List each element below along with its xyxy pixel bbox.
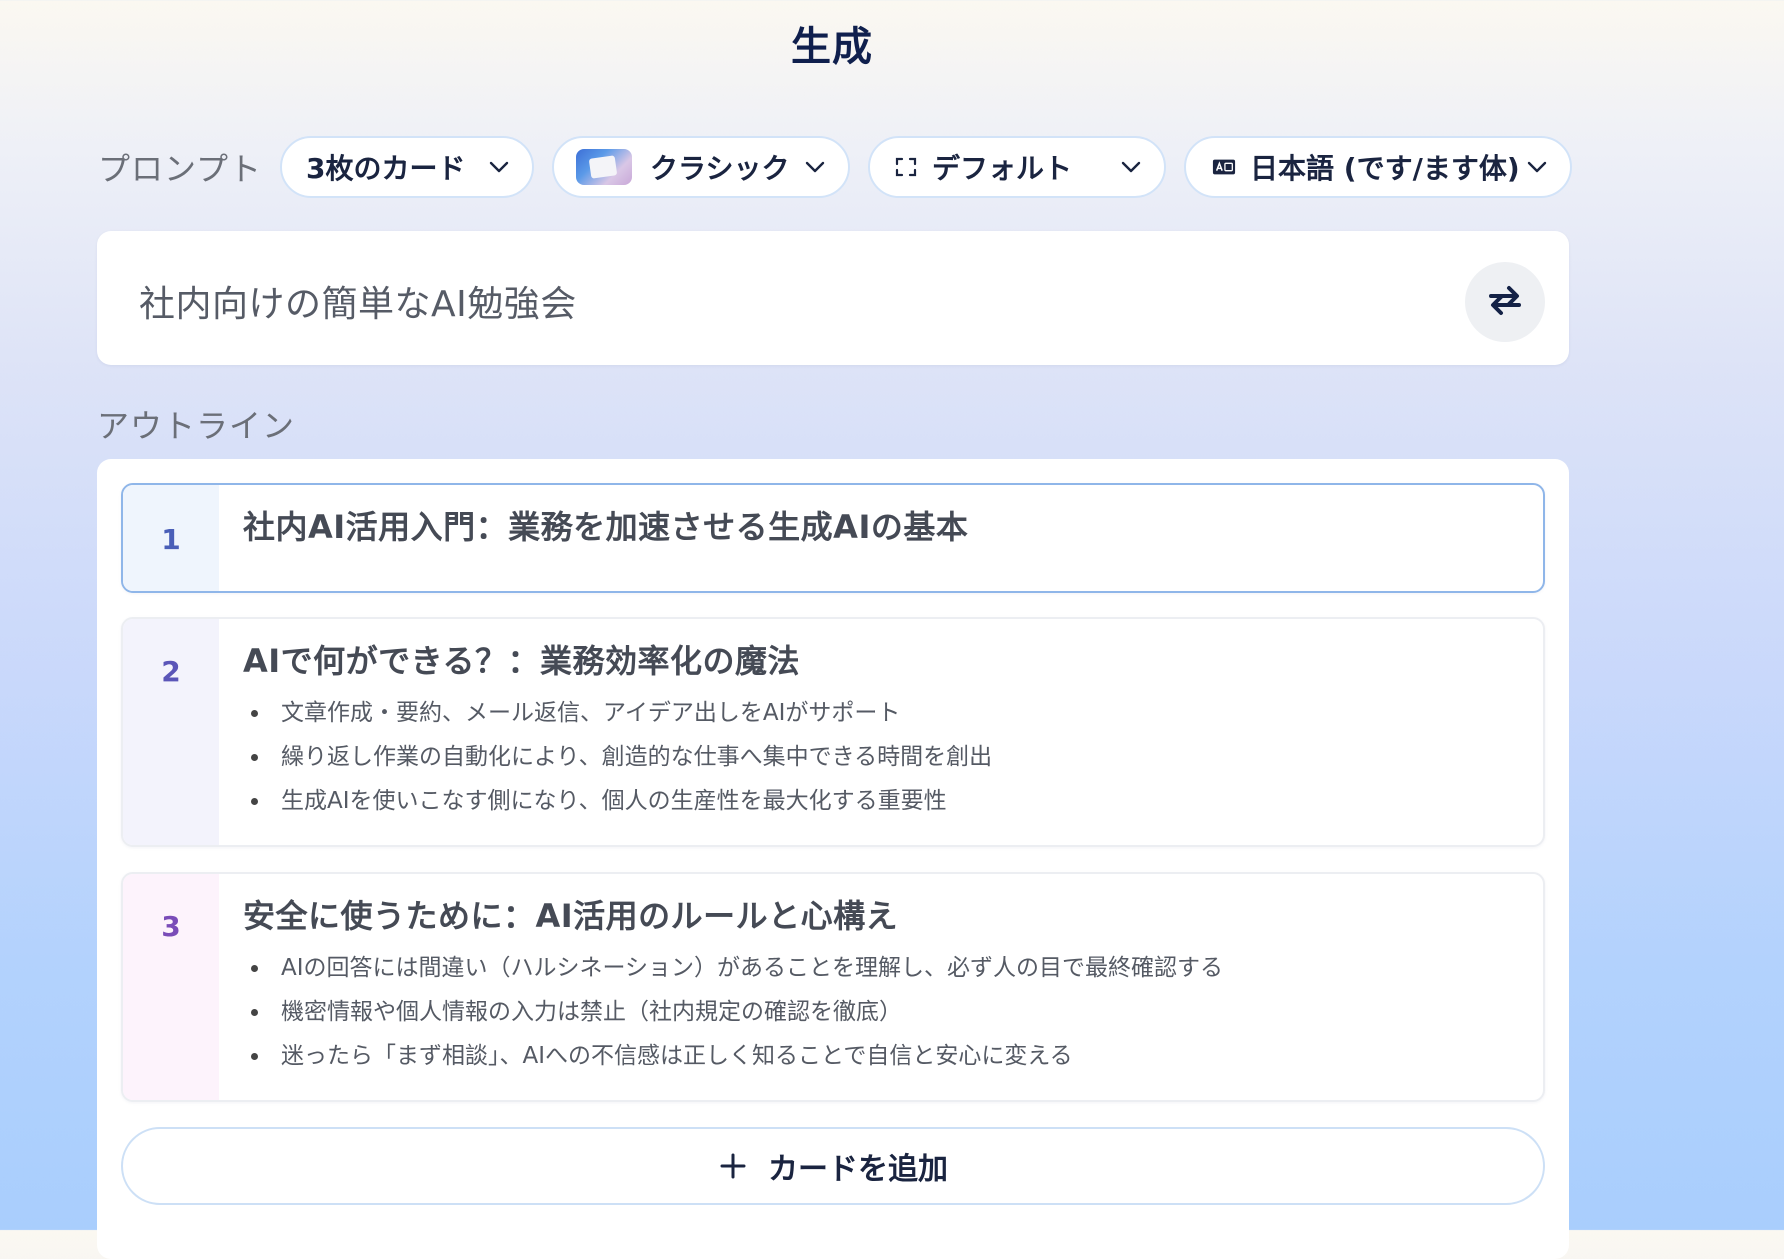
chevron-down-icon <box>1526 156 1548 178</box>
card-number-column: 3 <box>123 874 219 1100</box>
add-card-label: カードを追加 <box>768 1152 948 1187</box>
theme-dropdown[interactable]: クラシック <box>552 136 851 198</box>
card-number: 2 <box>161 655 181 688</box>
card-bullet[interactable]: 迷ったら「まず相談」、AIへの不信感は正しく知ることで自信と安心に変える <box>243 1034 1523 1078</box>
refresh-icon <box>1487 283 1523 321</box>
card-number: 3 <box>161 910 181 943</box>
format-dropdown[interactable]: デフォルト <box>868 136 1167 198</box>
card-count-value: 3枚のカード <box>306 152 466 185</box>
frame-icon <box>894 155 918 179</box>
card-bullet-list: 文章作成・要約、メール返信、アイデア出しをAIがサポート 繰り返し作業の自動化に… <box>243 691 1523 823</box>
language-value: 日本語 (です/ます体) <box>1250 152 1520 185</box>
card-bullet[interactable]: AIの回答には間違い（ハルシネーション）があることを理解し、必ず人の目で最終確認… <box>243 946 1523 990</box>
card-body: AIで何ができる？：業務効率化の魔法 文章作成・要約、メール返信、アイデア出しを… <box>243 641 1523 823</box>
prompt-input-box[interactable]: 社内向けの簡単なAI勉強会 <box>97 231 1569 365</box>
card-bullet[interactable]: 生成AIを使いこなす側になり、個人の生産性を最大化する重要性 <box>243 779 1523 823</box>
plus-icon <box>718 1151 748 1181</box>
card-number-column: 2 <box>123 619 219 845</box>
outline-card-1[interactable]: 1 社内AI活用入門：業務を加速させる生成AIの基本 <box>121 483 1545 593</box>
prompt-label: プロンプト <box>98 150 263 188</box>
card-count-dropdown[interactable]: 3枚のカード <box>280 136 535 198</box>
card-title[interactable]: 社内AI活用入門：業務を加速させる生成AIの基本 <box>243 507 1523 547</box>
translate-icon <box>1212 155 1236 179</box>
language-dropdown[interactable]: 日本語 (です/ます体) <box>1184 136 1573 198</box>
chevron-down-icon <box>804 156 826 178</box>
card-number: 1 <box>161 523 181 556</box>
page-title: 生成 <box>791 24 873 70</box>
chevron-down-icon <box>488 156 510 178</box>
card-bullet-list: AIの回答には間違い（ハルシネーション）があることを理解し、必ず人の目で最終確認… <box>243 946 1523 1078</box>
chevron-down-icon <box>1120 156 1142 178</box>
outline-card-2[interactable]: 2 AIで何ができる？：業務効率化の魔法 文章作成・要約、メール返信、アイデア出… <box>121 617 1545 847</box>
prompt-controls: プロンプト 3枚のカード クラシック デフォルト 日本語 (です/ます体) <box>98 135 1590 199</box>
format-value: デフォルト <box>932 152 1073 185</box>
refresh-button[interactable] <box>1465 262 1545 342</box>
card-bullet[interactable]: 繰り返し作業の自動化により、創造的な仕事へ集中できる時間を創出 <box>243 735 1523 779</box>
card-title[interactable]: 安全に使うために：AI活用のルールと心構え <box>243 896 1523 936</box>
add-card-button[interactable]: カードを追加 <box>121 1127 1545 1205</box>
prompt-text[interactable]: 社内向けの簡単なAI勉強会 <box>139 275 577 327</box>
card-title[interactable]: AIで何ができる？：業務効率化の魔法 <box>243 641 1523 681</box>
outline-card-3[interactable]: 3 安全に使うために：AI活用のルールと心構え AIの回答には間違い（ハルシネー… <box>121 872 1545 1102</box>
card-body: 安全に使うために：AI活用のルールと心構え AIの回答には間違い（ハルシネーショ… <box>243 896 1523 1078</box>
card-body: 社内AI活用入門：業務を加速させる生成AIの基本 <box>243 507 1523 547</box>
theme-thumbnail <box>576 149 633 185</box>
outline-panel: 1 社内AI活用入門：業務を加速させる生成AIの基本 2 AIで何ができる？：業… <box>97 459 1569 1259</box>
card-number-column: 1 <box>123 485 219 591</box>
card-bullet[interactable]: 機密情報や個人情報の入力は禁止（社内規定の確認を徹底） <box>243 990 1523 1034</box>
theme-value: クラシック <box>650 152 790 185</box>
card-bullet[interactable]: 文章作成・要約、メール返信、アイデア出しをAIがサポート <box>243 691 1523 735</box>
outline-label: アウトライン <box>97 407 296 445</box>
